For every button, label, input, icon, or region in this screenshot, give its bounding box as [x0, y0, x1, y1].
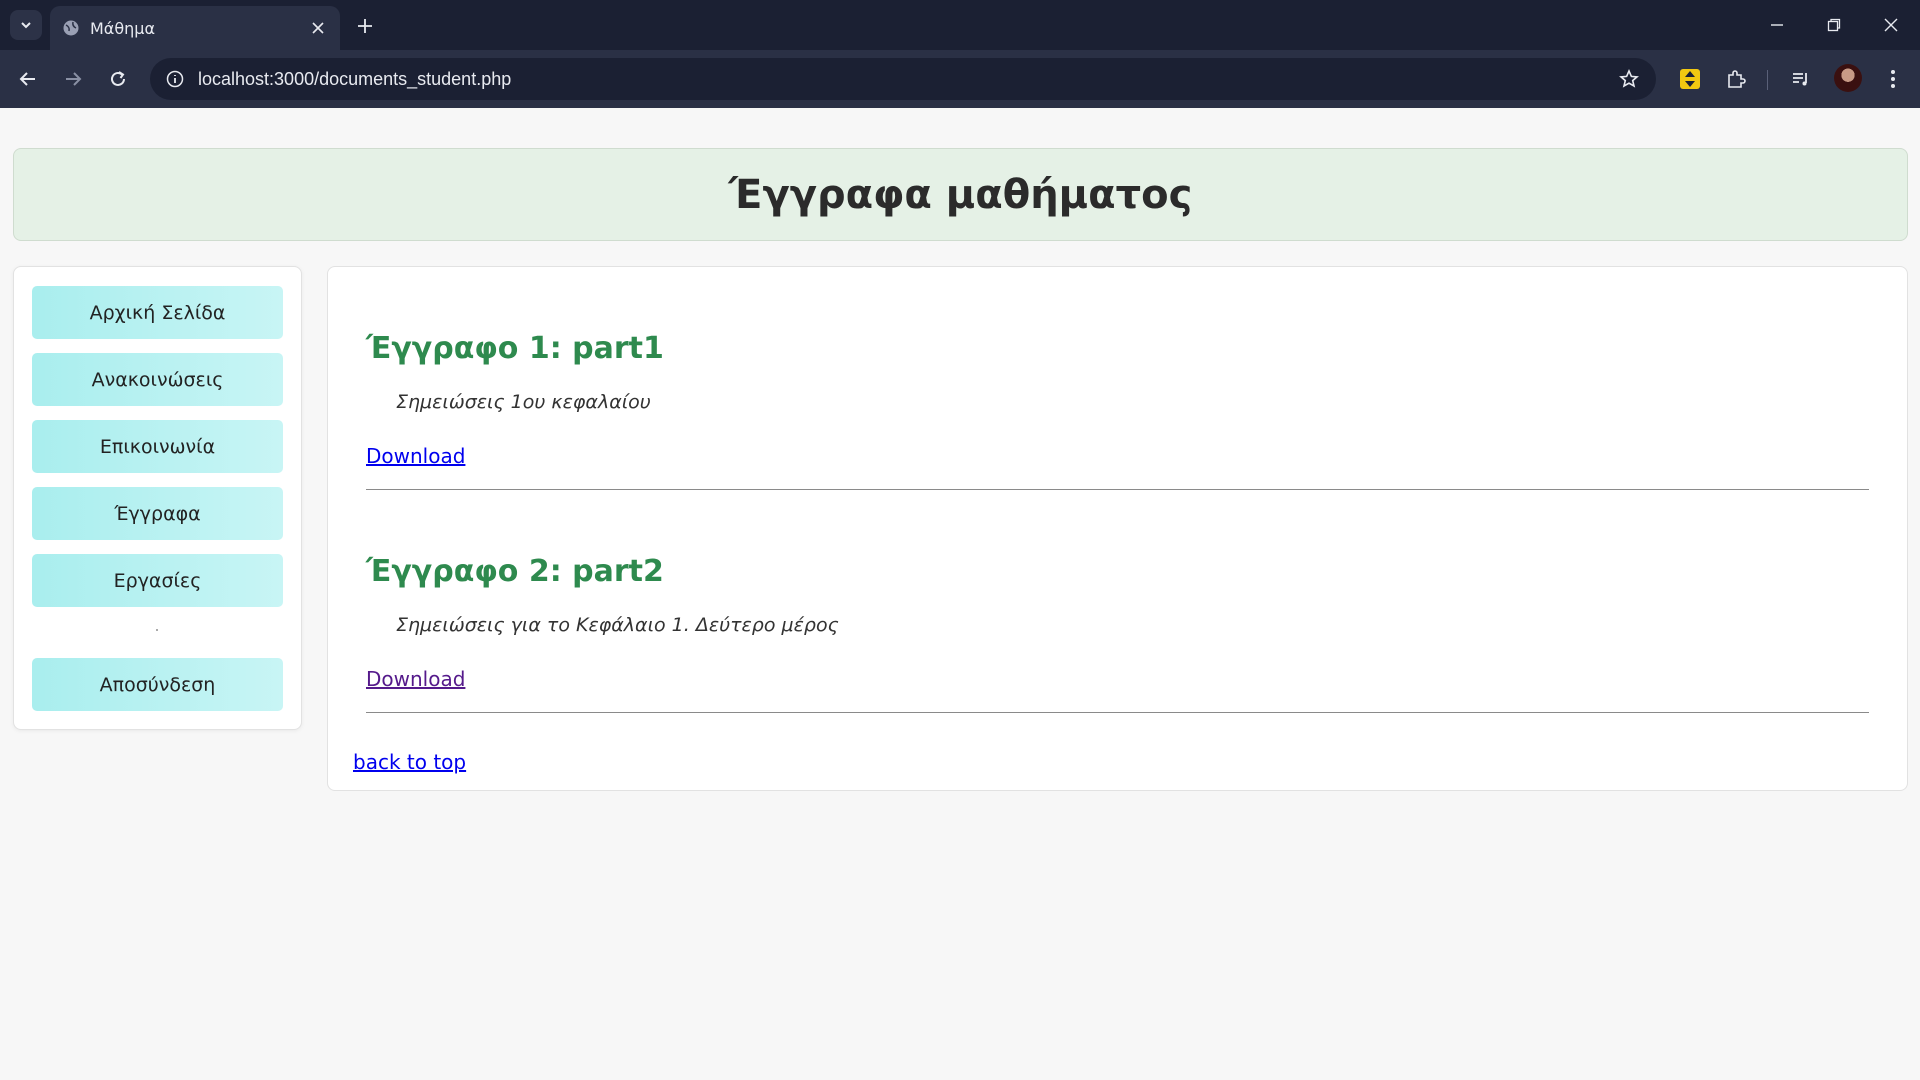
extension-button[interactable] [1675, 64, 1705, 94]
close-icon[interactable] [308, 18, 328, 38]
page-header: Έγγραφα μαθήματος [13, 148, 1908, 241]
page-title: Έγγραφα μαθήματος [728, 171, 1193, 218]
extension-badge-icon [1680, 69, 1700, 89]
browser-menu-button[interactable] [1878, 64, 1908, 94]
download-link[interactable]: Download [366, 667, 465, 691]
sidebar-item-announcements[interactable]: Ανακοινώσεις [32, 353, 283, 406]
globe-icon [63, 20, 79, 36]
new-tab-button[interactable] [352, 13, 378, 39]
arrow-left-icon [19, 72, 35, 86]
arrow-right-icon [66, 72, 82, 86]
browser-tabstrip: Μάθημα [0, 0, 1920, 50]
document-title: Έγγραφο 2: part2 [366, 554, 664, 589]
sidebar-item-home[interactable]: Αρχική Σελίδα [32, 286, 283, 339]
forward-button[interactable] [58, 64, 88, 94]
bookmark-star-icon[interactable] [1614, 64, 1644, 94]
sidebar-item-logout[interactable]: Αποσύνδεση [32, 658, 283, 711]
minimize-icon [1771, 24, 1783, 26]
tab-title: Μάθημα [90, 18, 156, 38]
document-title: Έγγραφο 1: part1 [366, 331, 664, 366]
chevron-down-icon [21, 22, 31, 29]
browser-tab[interactable]: Μάθημα [50, 6, 340, 50]
minimize-button[interactable] [1764, 12, 1790, 38]
browser-toolbar: localhost:3000/documents_student.php [0, 50, 1920, 108]
document-description: Σημειώσεις για το Κεφάλαιο 1. Δεύτερο μέ… [396, 614, 839, 636]
sidebar-item-assignments[interactable]: Εργασίες [32, 554, 283, 607]
close-icon [1884, 18, 1898, 32]
restore-button[interactable] [1821, 12, 1847, 38]
document-divider [366, 712, 1869, 713]
reload-icon [111, 71, 125, 86]
back-to-top-link[interactable]: back to top [353, 750, 466, 774]
toolbar-divider [1767, 70, 1768, 90]
reload-button[interactable] [103, 64, 133, 94]
tab-search-button[interactable] [10, 10, 42, 40]
url-text: localhost:3000/documents_student.php [198, 68, 512, 89]
document-divider [366, 489, 1869, 490]
sidebar-divider [156, 629, 158, 631]
sidebar-item-contact[interactable]: Επικοινωνία [32, 420, 283, 473]
sidebar-nav: Αρχική Σελίδα Ανακοινώσεις Επικοινωνία Έ… [13, 266, 302, 730]
documents-panel: Έγγραφο 1: part1 Σημειώσεις 1ου κεφαλαίο… [327, 266, 1908, 791]
profile-avatar[interactable] [1834, 64, 1862, 92]
document-description: Σημειώσεις 1ου κεφαλαίου [396, 391, 651, 413]
puzzle-icon [1728, 70, 1746, 88]
restore-icon [1827, 18, 1841, 32]
back-button[interactable] [13, 64, 43, 94]
download-link[interactable]: Download [366, 444, 465, 468]
site-info-icon[interactable] [162, 66, 188, 92]
address-bar[interactable]: localhost:3000/documents_student.php [150, 58, 1656, 100]
playlist-icon [1793, 73, 1807, 86]
sidebar-item-documents[interactable]: Έγγραφα [32, 487, 283, 540]
page-viewport: Έγγραφα μαθήματος Αρχική Σελίδα Ανακοινώ… [0, 108, 1920, 1080]
close-window-button[interactable] [1878, 12, 1904, 38]
media-controls-button[interactable] [1786, 64, 1816, 94]
more-vertical-icon [1891, 70, 1895, 88]
plus-icon [358, 19, 372, 33]
extensions-button[interactable] [1721, 64, 1751, 94]
